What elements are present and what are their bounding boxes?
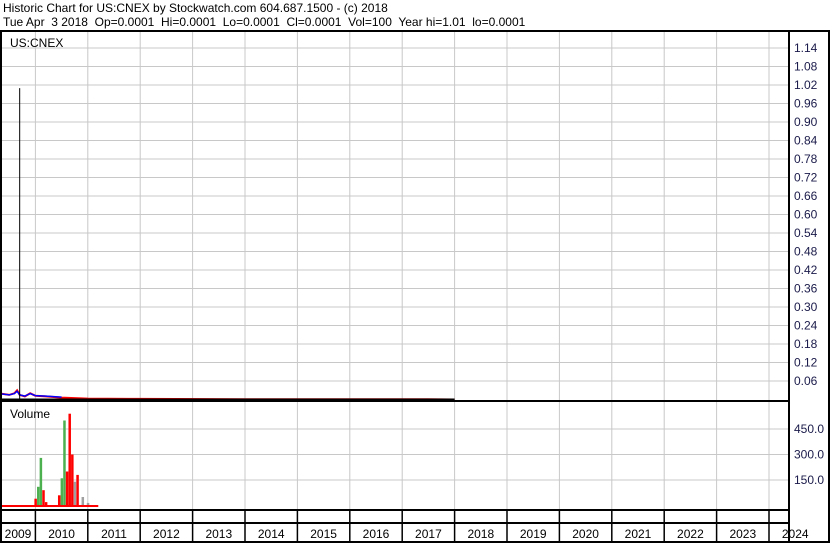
price-tick-label: 0.06 [794,374,818,388]
price-tick-label: 0.48 [794,245,818,259]
volume-bar [42,490,45,506]
volume-tick-label: 450.0 [794,422,824,436]
volume-bar [73,481,77,506]
price-tick-label: 0.54 [794,226,818,240]
volume-bar [57,495,61,506]
year-label: 2022 [677,527,704,541]
volume-tick-label: 150.0 [794,473,824,487]
price-tick-label: 0.60 [794,208,818,222]
chart-border [0,30,830,543]
price-tick-label: 0.18 [794,337,818,351]
price-tick-label: 0.90 [794,115,818,129]
volume-bar [81,497,85,506]
price-tick-label: 0.84 [794,134,818,148]
price-tick-label: 1.14 [794,41,818,55]
volume-bar [76,474,79,506]
year-label: 2019 [520,527,547,541]
price-tick-label: 1.08 [794,60,818,74]
volume-bar [60,478,64,506]
price-tick-label: 0.72 [794,171,818,185]
price-tick-label: 0.96 [794,97,818,111]
price-tick-label: 0.12 [794,356,818,370]
volume-panel-label: Volume [10,407,50,421]
year-label: 2023 [729,527,756,541]
volume-bar [39,457,43,506]
price-tick-label: 0.36 [794,282,818,296]
moving-average-line [0,390,62,398]
year-label: 2011 [101,527,127,541]
volume-tick-label: 300.0 [794,448,824,462]
price-panel-label: US:CNEX [10,36,63,50]
year-label: 2021 [625,527,652,541]
volume-bar [37,486,40,506]
year-label: 2014 [258,527,285,541]
year-label: 2016 [363,527,390,541]
volume-bar [34,498,37,506]
price-tick-label: 0.66 [794,189,818,203]
volume-bar [71,454,74,506]
volume-bar [65,471,69,506]
year-label: 2013 [205,527,232,541]
year-label: 2017 [415,527,442,541]
price-tick-label: 0.24 [794,319,818,333]
year-label: 2012 [153,527,180,541]
year-label: 2018 [467,527,494,541]
price-tick-label: 1.02 [794,78,818,92]
year-label: 2024 [782,527,809,541]
price-tick-label: 0.42 [794,263,818,277]
year-label: 2015 [310,527,337,541]
stock-chart: 2009 2010 2011 2012 2013 2014 2015 2016 2017 2018… [0,30,830,543]
year-label: 2009 [5,527,32,541]
price-tick-label: 0.30 [794,300,818,314]
volume-bar [68,413,71,506]
price-tick-label: 0.78 [794,152,818,166]
year-label: 2020 [572,527,599,541]
volume-bar [63,420,66,506]
price-line [0,388,455,401]
year-label: 2010 [48,527,75,541]
